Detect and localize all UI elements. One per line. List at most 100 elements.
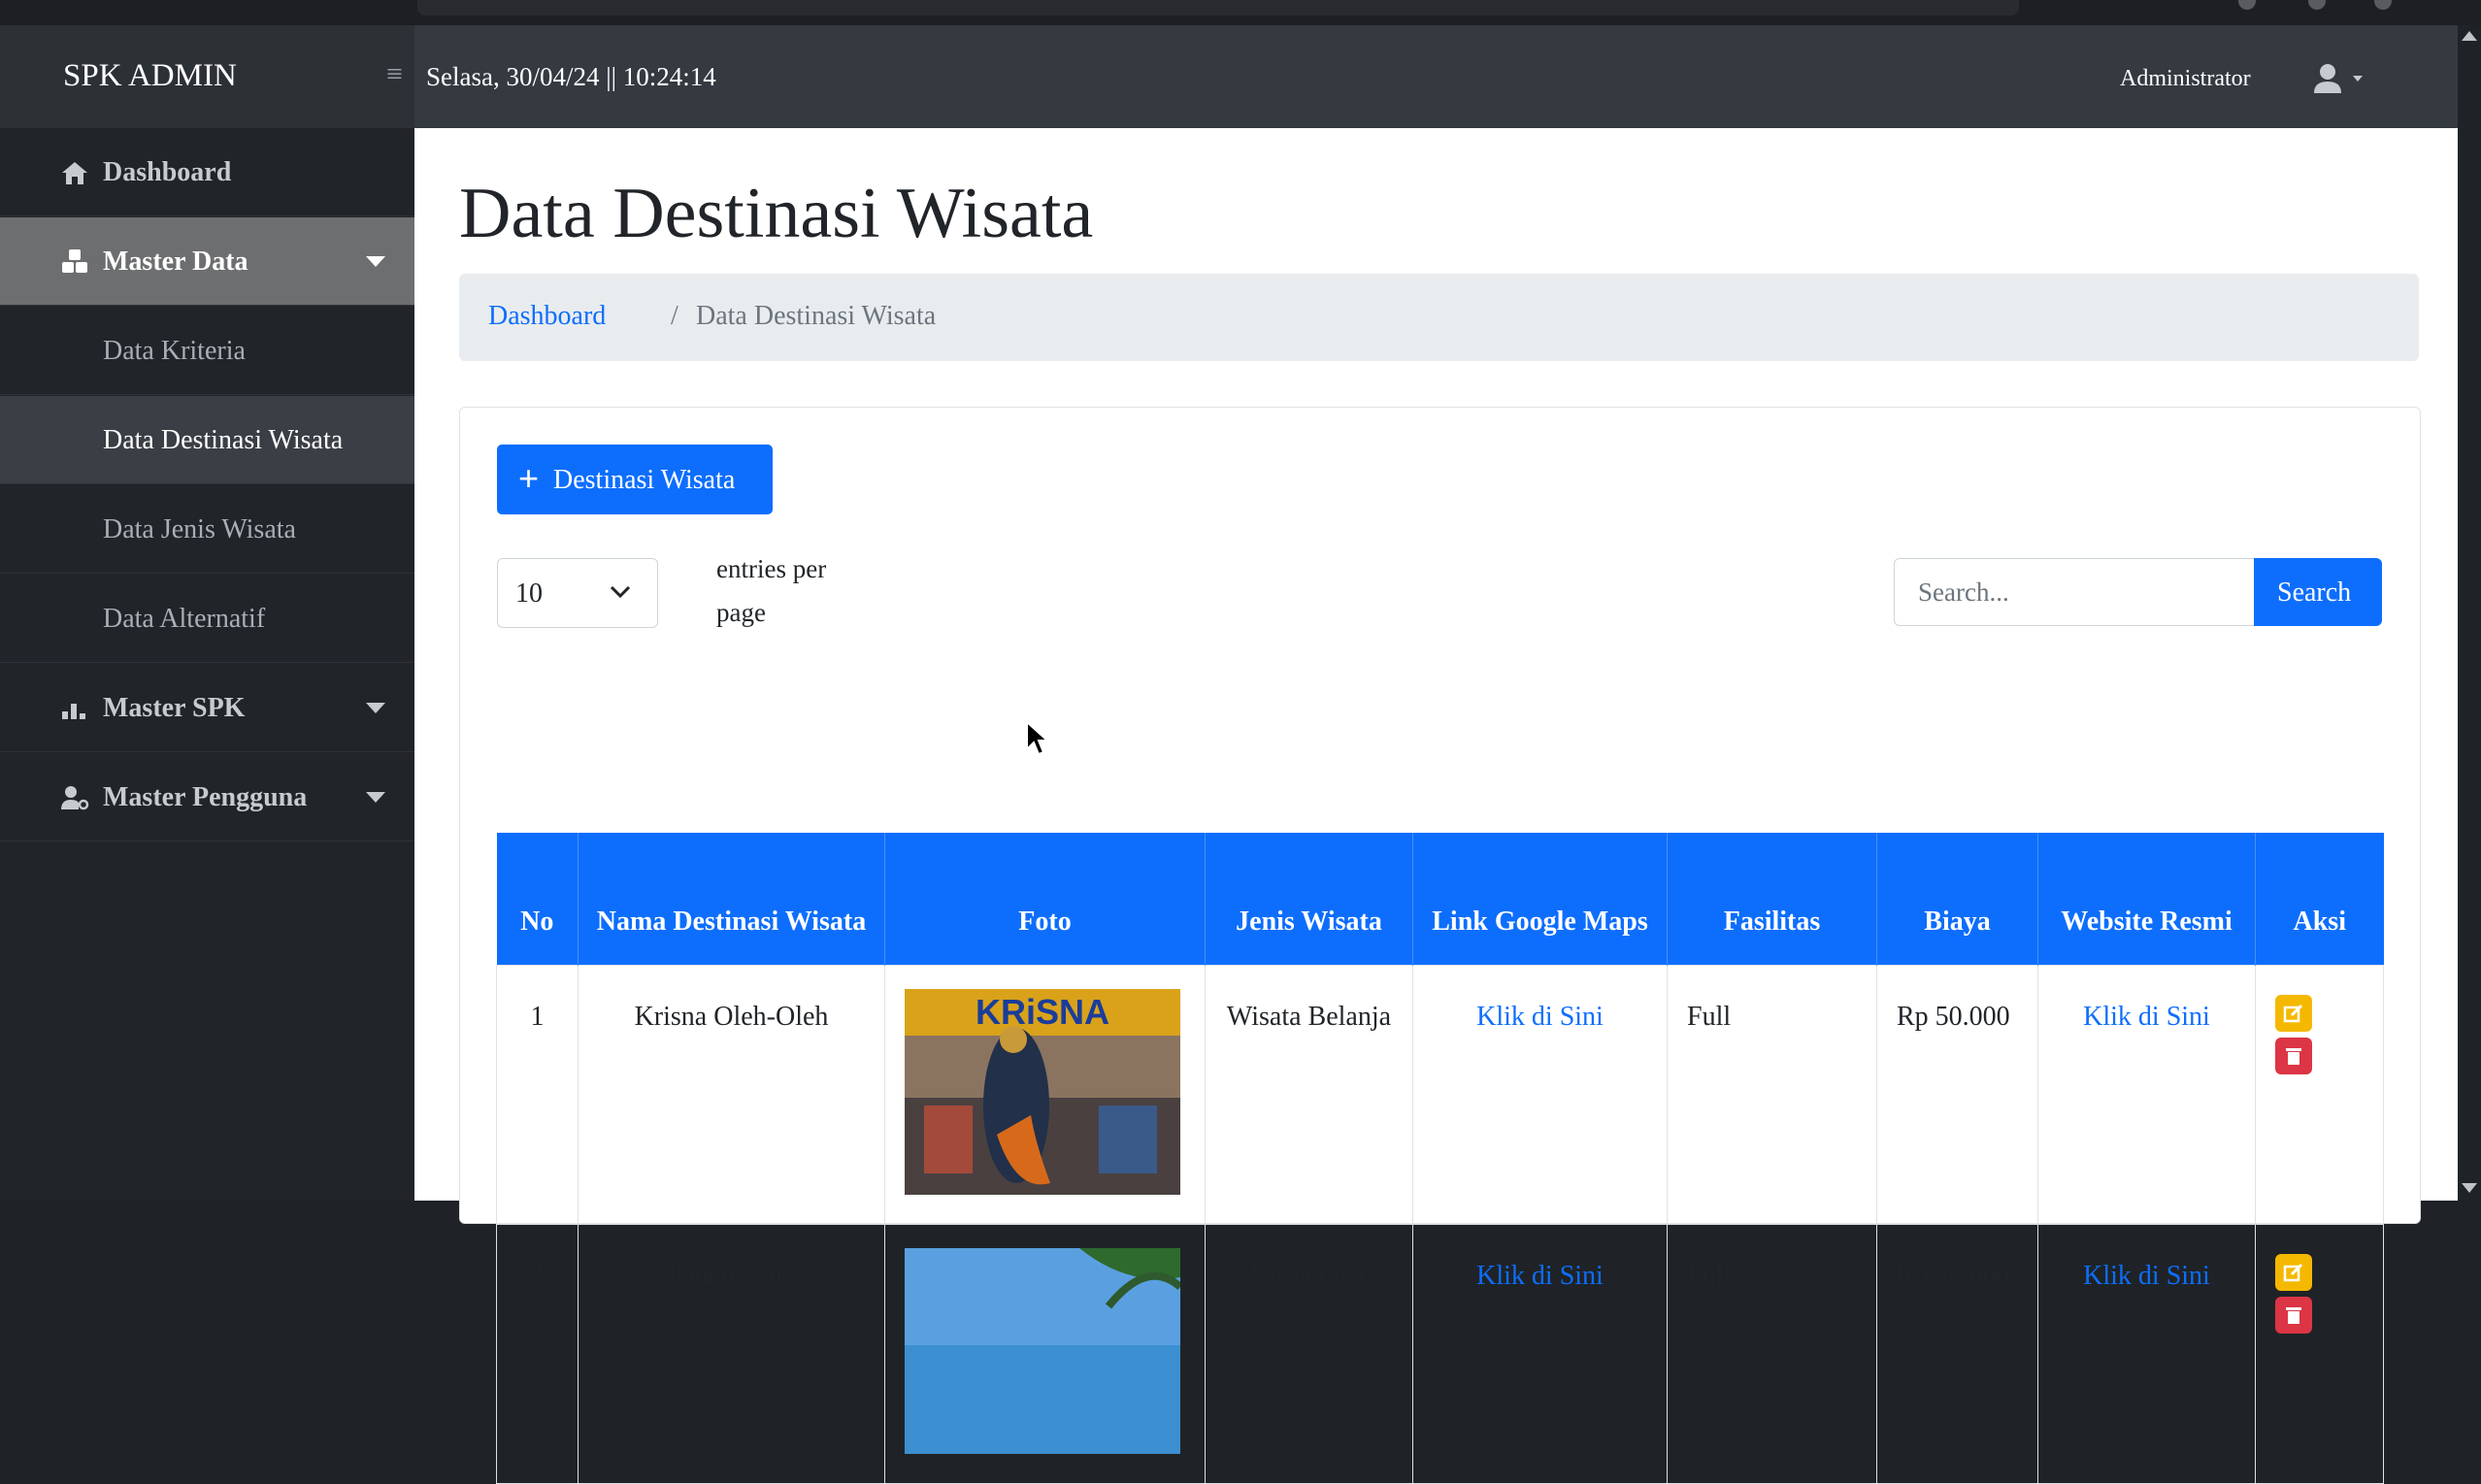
cell-foto: KRiSNA [884,964,1206,1225]
search-input[interactable] [1894,558,2255,626]
sidebar-item-data-destinasi-wisata[interactable]: Data Destinasi Wisata [0,396,414,484]
top-navbar: SPK ADMIN ≡ Selasa, 30/04/24 || 10:24:14… [0,25,2458,128]
destination-photo[interactable] [905,1247,1180,1454]
edit-icon [2283,1004,2303,1022]
column-header-fasilitas[interactable]: Fasilitas [1667,833,1877,965]
cell-jenis: Wisata Belanja [1205,964,1413,1225]
edit-button[interactable] [2275,1253,2312,1291]
delete-button[interactable] [2275,1037,2312,1074]
column-header-biaya[interactable]: Biaya [1876,833,2038,965]
add-destinasi-button[interactable]: + Destinasi Wisata [497,445,773,514]
destinasi-table: No Nama Destinasi Wisata Foto Jenis Wisa… [496,833,2384,1484]
sidebar-item-label: Data Alternatif [103,604,266,634]
maps-link[interactable]: Klik di Sini [1476,1261,1604,1291]
sidebar-item-master-data[interactable]: Master Data [0,217,414,306]
column-header-website[interactable]: Website Resmi [2037,833,2256,965]
website-link[interactable]: Klik di Sini [2083,1261,2210,1291]
plus-icon: + [518,458,540,498]
current-datetime: Selasa, 30/04/24 || 10:24:14 [426,62,716,91]
sidebar-item-label: Dashboard [103,157,232,187]
column-header-jenis[interactable]: Jenis Wisata [1205,833,1413,965]
browser-extension-icon[interactable] [2238,0,2256,10]
column-header-nama[interactable]: Nama Destinasi Wisata [578,833,885,965]
edit-button[interactable] [2275,994,2312,1032]
sidebar-item-label: Master SPK [103,693,246,723]
sidebar-item-master-spk[interactable]: Master SPK [0,664,414,752]
menu-toggle-icon[interactable]: ≡ [386,58,403,91]
browser-toolbar [0,0,2481,25]
caret-down-icon [366,256,385,267]
breadcrumb-current: Data Destinasi Wisata [696,301,937,331]
search-button[interactable]: Search [2254,558,2382,626]
cell-maps: Klik di Sini [1412,964,1668,1225]
user-icon [2314,64,2363,93]
sidebar-item-data-jenis-wisata[interactable]: Data Jenis Wisata [0,485,414,574]
cell-foto [884,1223,1206,1484]
sidebar-item-data-kriteria[interactable]: Data Kriteria [0,307,414,395]
sidebar-item-label: Data Kriteria [103,336,246,366]
sidebar-item-label: Master Pengguna [103,782,308,812]
table-header-row: No Nama Destinasi Wisata Foto Jenis Wisa… [496,833,2384,965]
table-row: 1 Krisna Oleh-Oleh KRiSNA Wisata Belanja… [496,964,2384,1225]
user-dropdown[interactable] [2312,62,2370,97]
browser-menu-icon[interactable] [2374,0,2392,10]
browser-profile-icon[interactable] [2308,0,2326,10]
cell-website: Klik di Sini [2037,1223,2256,1484]
maps-link[interactable]: Klik di Sini [1476,1002,1604,1032]
scroll-up-icon[interactable] [2462,31,2477,41]
cell-aksi [2255,964,2384,1225]
data-card: + Destinasi Wisata 10 entries per page S… [459,407,2421,1484]
cubes-icon [62,249,87,273]
user-cog-icon [61,786,89,810]
column-header-maps[interactable]: Link Google Maps [1412,833,1668,965]
website-link[interactable]: Klik di Sini [2083,1002,2210,1032]
caret-down-icon [366,703,385,713]
mouse-cursor-icon [1026,720,1050,756]
entries-per-page-select[interactable]: 10 [497,558,658,628]
cell-fasilitas: Full [1667,1223,1877,1484]
breadcrumb-separator: / [671,301,678,331]
entries-value: 10 [515,578,543,609]
page-title: Data Destinasi Wisata [459,174,1094,253]
main-content: Data Destinasi Wisata Dashboard / Data D… [414,128,2458,1484]
sidebar-item-data-alternatif[interactable]: Data Alternatif [0,575,414,663]
column-header-no[interactable]: No [496,833,579,965]
cell-biaya: Rp 50.000 [1876,1223,2038,1484]
sidebar-item-dashboard[interactable]: Dashboard [0,128,414,216]
cell-fasilitas: Full [1667,964,1877,1225]
column-header-aksi: Aksi [2255,833,2384,965]
cell-no: 1 [496,964,579,1225]
browser-address-bar[interactable] [417,0,2019,16]
cell-nama: Pantai Kuta [578,1223,885,1484]
brand-area: SPK ADMIN [0,25,414,128]
user-name: Administrator [2120,66,2251,91]
delete-button[interactable] [2275,1296,2312,1334]
sidebar-item-master-pengguna[interactable]: Master Pengguna [0,753,414,841]
destination-photo[interactable]: KRiSNA [905,988,1180,1195]
cell-aksi [2255,1223,2384,1484]
home-icon [62,162,87,184]
chart-bar-icon [62,704,85,719]
page-scrollbar[interactable] [2458,25,2481,1201]
cell-no: 2 [496,1223,579,1484]
cell-biaya: Rp 50.000 [1876,964,2038,1225]
edit-icon [2283,1263,2303,1281]
brand-logo[interactable]: SPK ADMIN [63,58,237,94]
scroll-down-icon[interactable] [2462,1183,2477,1193]
column-header-foto[interactable]: Foto [884,833,1206,965]
cell-nama: Krisna Oleh-Oleh [578,964,885,1225]
entries-per-page-label: entries per page [716,554,827,627]
sidebar-item-label: Data Destinasi Wisata [103,425,344,455]
chevron-down-icon [610,585,631,599]
sidebar-item-label: Data Jenis Wisata [103,514,296,544]
caret-down-icon [366,792,385,803]
trash-icon [2286,1306,2301,1324]
table-row: 2 Pantai Kuta Wisata Air Klik di Sini Fu… [496,1223,2384,1484]
search-button-label: Search [2277,577,2352,608]
sidebar-item-label: Master Data [103,247,248,277]
cell-website: Klik di Sini [2037,964,2256,1225]
photo-sign-text: KRiSNA [976,992,1109,1032]
sidebar: Dashboard Master Data Data Kriteria Data… [0,128,414,1201]
breadcrumb-home-link[interactable]: Dashboard [488,301,606,332]
add-button-label: Destinasi Wisata [553,465,736,495]
